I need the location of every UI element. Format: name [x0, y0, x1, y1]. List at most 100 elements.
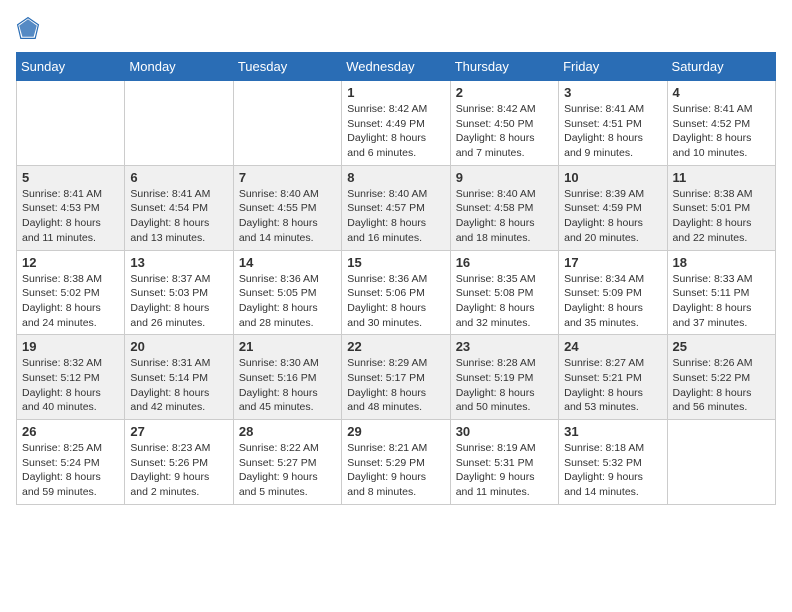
day-cell: 29 Sunrise: 8:21 AM Sunset: 5:29 PM Dayli…: [342, 420, 450, 505]
day-info: Sunrise: 8:41 AM Sunset: 4:52 PM Dayligh…: [673, 102, 770, 161]
day-number: 8: [347, 170, 444, 185]
day-number: 7: [239, 170, 336, 185]
day-number: 26: [22, 424, 119, 439]
weekday-header-sunday: Sunday: [17, 53, 125, 81]
day-cell: 31 Sunrise: 8:18 AM Sunset: 5:32 PM Dayli…: [559, 420, 667, 505]
day-info: Sunrise: 8:36 AM Sunset: 5:05 PM Dayligh…: [239, 272, 336, 331]
day-cell: [233, 81, 341, 166]
day-cell: 24 Sunrise: 8:27 AM Sunset: 5:21 PM Dayli…: [559, 335, 667, 420]
day-info: Sunrise: 8:29 AM Sunset: 5:17 PM Dayligh…: [347, 356, 444, 415]
day-info: Sunrise: 8:38 AM Sunset: 5:01 PM Dayligh…: [673, 187, 770, 246]
day-info: Sunrise: 8:22 AM Sunset: 5:27 PM Dayligh…: [239, 441, 336, 500]
day-number: 23: [456, 339, 553, 354]
day-info: Sunrise: 8:42 AM Sunset: 4:50 PM Dayligh…: [456, 102, 553, 161]
day-info: Sunrise: 8:41 AM Sunset: 4:53 PM Dayligh…: [22, 187, 119, 246]
day-info: Sunrise: 8:23 AM Sunset: 5:26 PM Dayligh…: [130, 441, 227, 500]
day-info: Sunrise: 8:30 AM Sunset: 5:16 PM Dayligh…: [239, 356, 336, 415]
day-number: 29: [347, 424, 444, 439]
weekday-header-friday: Friday: [559, 53, 667, 81]
day-info: Sunrise: 8:34 AM Sunset: 5:09 PM Dayligh…: [564, 272, 661, 331]
day-cell: 27 Sunrise: 8:23 AM Sunset: 5:26 PM Dayli…: [125, 420, 233, 505]
day-cell: 9 Sunrise: 8:40 AM Sunset: 4:58 PM Daylig…: [450, 165, 558, 250]
logo: [16, 16, 44, 40]
day-number: 30: [456, 424, 553, 439]
day-number: 2: [456, 85, 553, 100]
day-number: 15: [347, 255, 444, 270]
day-cell: 7 Sunrise: 8:40 AM Sunset: 4:55 PM Daylig…: [233, 165, 341, 250]
day-cell: [17, 81, 125, 166]
day-number: 10: [564, 170, 661, 185]
day-info: Sunrise: 8:40 AM Sunset: 4:58 PM Dayligh…: [456, 187, 553, 246]
day-info: Sunrise: 8:41 AM Sunset: 4:51 PM Dayligh…: [564, 102, 661, 161]
day-number: 20: [130, 339, 227, 354]
day-number: 6: [130, 170, 227, 185]
day-number: 16: [456, 255, 553, 270]
day-number: 1: [347, 85, 444, 100]
day-number: 18: [673, 255, 770, 270]
day-cell: 19Sunrise: 8:32 AM Sunset: 5:12 PM Dayli…: [17, 335, 125, 420]
day-info: Sunrise: 8:40 AM Sunset: 4:55 PM Dayligh…: [239, 187, 336, 246]
day-number: 21: [239, 339, 336, 354]
day-cell: 3 Sunrise: 8:41 AM Sunset: 4:51 PM Daylig…: [559, 81, 667, 166]
day-cell: 1 Sunrise: 8:42 AM Sunset: 4:49 PM Daylig…: [342, 81, 450, 166]
day-info: Sunrise: 8:26 AM Sunset: 5:22 PM Dayligh…: [673, 356, 770, 415]
day-number: 14: [239, 255, 336, 270]
day-cell: 15 Sunrise: 8:36 AM Sunset: 5:06 PM Dayli…: [342, 250, 450, 335]
day-cell: 2 Sunrise: 8:42 AM Sunset: 4:50 PM Daylig…: [450, 81, 558, 166]
day-info: Sunrise: 8:42 AM Sunset: 4:49 PM Dayligh…: [347, 102, 444, 161]
day-cell: 28Sunrise: 8:22 AM Sunset: 5:27 PM Dayli…: [233, 420, 341, 505]
day-info: Sunrise: 8:28 AM Sunset: 5:19 PM Dayligh…: [456, 356, 553, 415]
day-cell: 25 Sunrise: 8:26 AM Sunset: 5:22 PM Dayli…: [667, 335, 775, 420]
day-cell: 11 Sunrise: 8:38 AM Sunset: 5:01 PM Dayli…: [667, 165, 775, 250]
logo-icon: [16, 16, 40, 40]
week-row-2: 5 Sunrise: 8:41 AM Sunset: 4:53 PM Daylig…: [17, 165, 776, 250]
day-number: 3: [564, 85, 661, 100]
day-cell: 16Sunrise: 8:35 AM Sunset: 5:08 PM Dayli…: [450, 250, 558, 335]
day-info: Sunrise: 8:40 AM Sunset: 4:57 PM Dayligh…: [347, 187, 444, 246]
day-cell: 26 Sunrise: 8:25 AM Sunset: 5:24 PM Dayli…: [17, 420, 125, 505]
day-number: 22: [347, 339, 444, 354]
day-cell: 5 Sunrise: 8:41 AM Sunset: 4:53 PM Daylig…: [17, 165, 125, 250]
day-info: Sunrise: 8:25 AM Sunset: 5:24 PM Dayligh…: [22, 441, 119, 500]
day-cell: 6 Sunrise: 8:41 AM Sunset: 4:54 PM Daylig…: [125, 165, 233, 250]
day-number: 17: [564, 255, 661, 270]
day-info: Sunrise: 8:31 AM Sunset: 5:14 PM Dayligh…: [130, 356, 227, 415]
day-number: 11: [673, 170, 770, 185]
day-cell: 12 Sunrise: 8:38 AM Sunset: 5:02 PM Dayli…: [17, 250, 125, 335]
day-info: Sunrise: 8:18 AM Sunset: 5:32 PM Dayligh…: [564, 441, 661, 500]
day-number: 9: [456, 170, 553, 185]
day-info: Sunrise: 8:19 AM Sunset: 5:31 PM Dayligh…: [456, 441, 553, 500]
day-info: Sunrise: 8:41 AM Sunset: 4:54 PM Dayligh…: [130, 187, 227, 246]
day-info: Sunrise: 8:36 AM Sunset: 5:06 PM Dayligh…: [347, 272, 444, 331]
day-number: 12: [22, 255, 119, 270]
day-number: 13: [130, 255, 227, 270]
week-row-5: 26 Sunrise: 8:25 AM Sunset: 5:24 PM Dayli…: [17, 420, 776, 505]
calendar: SundayMondayTuesdayWednesdayThursdayFrid…: [16, 52, 776, 505]
day-info: Sunrise: 8:27 AM Sunset: 5:21 PM Dayligh…: [564, 356, 661, 415]
weekday-header-row: SundayMondayTuesdayWednesdayThursdayFrid…: [17, 53, 776, 81]
day-cell: 30 Sunrise: 8:19 AM Sunset: 5:31 PM Dayli…: [450, 420, 558, 505]
day-info: Sunrise: 8:21 AM Sunset: 5:29 PM Dayligh…: [347, 441, 444, 500]
weekday-header-wednesday: Wednesday: [342, 53, 450, 81]
day-cell: 8 Sunrise: 8:40 AM Sunset: 4:57 PM Daylig…: [342, 165, 450, 250]
day-info: Sunrise: 8:38 AM Sunset: 5:02 PM Dayligh…: [22, 272, 119, 331]
day-number: 27: [130, 424, 227, 439]
day-info: Sunrise: 8:37 AM Sunset: 5:03 PM Dayligh…: [130, 272, 227, 331]
day-cell: 23 Sunrise: 8:28 AM Sunset: 5:19 PM Dayli…: [450, 335, 558, 420]
day-number: 24: [564, 339, 661, 354]
weekday-header-saturday: Saturday: [667, 53, 775, 81]
day-cell: [125, 81, 233, 166]
day-number: 5: [22, 170, 119, 185]
day-cell: 14 Sunrise: 8:36 AM Sunset: 5:05 PM Dayli…: [233, 250, 341, 335]
day-cell: 20 Sunrise: 8:31 AM Sunset: 5:14 PM Dayli…: [125, 335, 233, 420]
day-cell: 18Sunrise: 8:33 AM Sunset: 5:11 PM Dayli…: [667, 250, 775, 335]
day-info: Sunrise: 8:39 AM Sunset: 4:59 PM Dayligh…: [564, 187, 661, 246]
day-cell: 4Sunrise: 8:41 AM Sunset: 4:52 PM Daylig…: [667, 81, 775, 166]
weekday-header-tuesday: Tuesday: [233, 53, 341, 81]
weekday-header-thursday: Thursday: [450, 53, 558, 81]
day-info: Sunrise: 8:32 AM Sunset: 5:12 PM Dayligh…: [22, 356, 119, 415]
day-number: 31: [564, 424, 661, 439]
day-cell: 13 Sunrise: 8:37 AM Sunset: 5:03 PM Dayli…: [125, 250, 233, 335]
week-row-4: 19Sunrise: 8:32 AM Sunset: 5:12 PM Dayli…: [17, 335, 776, 420]
day-number: 25: [673, 339, 770, 354]
